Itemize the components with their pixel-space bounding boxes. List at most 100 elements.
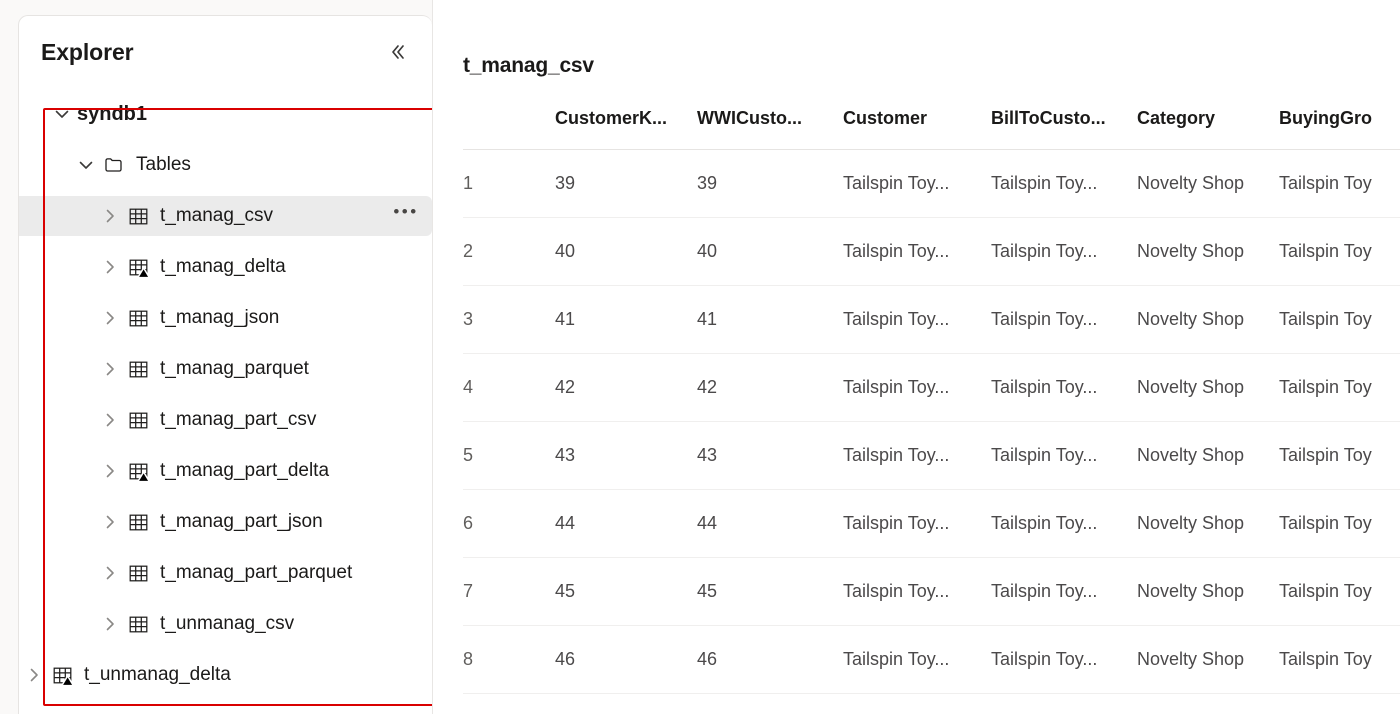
cell-category[interactable]: Novelty Shop (1137, 353, 1279, 422)
cell-category[interactable]: Novelty Shop (1137, 557, 1279, 626)
cell-buyinggroup[interactable]: Tailspin Toy (1279, 489, 1400, 558)
cell-wwicustomer[interactable]: 43 (697, 421, 843, 490)
chevron-right-icon[interactable] (95, 609, 125, 639)
table-row[interactable]: 4 42 42 Tailspin Toy... Tailspin Toy... Novel… (463, 353, 1400, 422)
column-header-buyinggroup[interactable]: BuyingGro (1279, 108, 1400, 150)
chevron-right-icon[interactable] (95, 252, 125, 282)
chevron-right-icon[interactable] (95, 405, 125, 435)
cell-category[interactable]: Novelty Shop (1137, 489, 1279, 558)
cell-billtocustomer[interactable]: Tailspin Toy... (991, 489, 1137, 558)
cell-buyinggroup[interactable]: Tailspin Toy (1279, 149, 1400, 218)
column-header-billtocustomer[interactable]: BillToCusto... (991, 108, 1137, 150)
tree-item-t_manag_parquet[interactable]: t_manag_parquet (19, 349, 432, 389)
cell-customerkey[interactable]: 46 (555, 625, 697, 694)
cell-billtocustomer[interactable]: Tailspin Toy... (991, 421, 1137, 490)
cell-rownum[interactable]: 8 (463, 625, 555, 694)
chevron-down-icon[interactable] (47, 99, 77, 129)
cell-wwicustomer[interactable]: 45 (697, 557, 843, 626)
cell-billtocustomer[interactable]: Tailspin Toy... (991, 353, 1137, 422)
column-header-customer[interactable]: Customer (843, 108, 991, 150)
cell-wwicustomer[interactable]: 44 (697, 489, 843, 558)
cell-customerkey[interactable]: 42 (555, 353, 697, 422)
collapse-panel-button[interactable] (380, 35, 414, 69)
cell-category[interactable]: Novelty Shop (1137, 149, 1279, 218)
tree-item-syndb1[interactable]: syndb1 (19, 94, 432, 134)
cell-customer[interactable]: Tailspin Toy... (843, 353, 991, 422)
column-header-rownum[interactable] (463, 108, 555, 150)
cell-rownum[interactable]: 4 (463, 353, 555, 422)
cell-buyinggroup[interactable]: Tailspin Toy (1279, 421, 1400, 490)
tree-item-t_manag_part_parquet[interactable]: t_manag_part_parquet (19, 553, 432, 593)
cell-customerkey[interactable]: 44 (555, 489, 697, 558)
table-row[interactable]: 6 44 44 Tailspin Toy... Tailspin Toy... Novel… (463, 489, 1400, 558)
table-row[interactable]: 8 46 46 Tailspin Toy... Tailspin Toy... Novel… (463, 625, 1400, 694)
more-options-icon[interactable]: ••• (390, 201, 422, 231)
cell-customerkey[interactable]: 40 (555, 217, 697, 286)
cell-customer[interactable]: Tailspin Toy... (843, 217, 991, 286)
chevron-right-icon[interactable] (95, 354, 125, 384)
chevron-right-icon[interactable] (19, 660, 49, 690)
tree-item-t_unmanag_csv[interactable]: t_unmanag_csv (19, 604, 432, 644)
cell-customerkey[interactable]: 39 (555, 149, 697, 218)
cell-customer[interactable]: Tailspin Toy... (843, 489, 991, 558)
tree-item-t_manag_part_json[interactable]: t_manag_part_json (19, 502, 432, 542)
chevron-right-icon[interactable] (95, 456, 125, 486)
cell-customer[interactable]: Tailspin Toy... (843, 625, 991, 694)
cell-billtocustomer[interactable]: Tailspin Toy... (991, 557, 1137, 626)
chevron-right-icon[interactable] (95, 558, 125, 588)
cell-buyinggroup[interactable]: Tailspin Toy (1279, 557, 1400, 626)
cell-rownum[interactable]: 6 (463, 489, 555, 558)
cell-rownum[interactable]: 5 (463, 421, 555, 490)
cell-category[interactable]: Novelty Shop (1137, 217, 1279, 286)
table-row[interactable]: 1 39 39 Tailspin Toy... Tailspin Toy... Novel… (463, 149, 1400, 218)
cell-buyinggroup[interactable]: Tailspin Toy (1279, 353, 1400, 422)
cell-billtocustomer[interactable]: Tailspin Toy... (991, 149, 1137, 218)
table-row[interactable]: 2 40 40 Tailspin Toy... Tailspin Toy... Novel… (463, 217, 1400, 286)
grid-scroll-container[interactable]: CustomerK... WWICusto... Customer BillToCus… (463, 108, 1400, 694)
cell-rownum[interactable]: 2 (463, 217, 555, 286)
cell-customerkey[interactable]: 43 (555, 421, 697, 490)
tree-item-t_manag_json[interactable]: t_manag_json (19, 298, 432, 338)
tree-item-t_unmanag_delta[interactable]: t_unmanag_delta (19, 655, 432, 695)
column-header-category[interactable]: Category (1137, 108, 1279, 150)
table-row[interactable]: 7 45 45 Tailspin Toy... Tailspin Toy... Novel… (463, 557, 1400, 626)
cell-customer[interactable]: Tailspin Toy... (843, 149, 991, 218)
cell-rownum[interactable]: 3 (463, 285, 555, 354)
cell-customerkey[interactable]: 45 (555, 557, 697, 626)
cell-customer[interactable]: Tailspin Toy... (843, 421, 991, 490)
cell-buyinggroup[interactable]: Tailspin Toy (1279, 217, 1400, 286)
cell-wwicustomer[interactable]: 39 (697, 149, 843, 218)
cell-billtocustomer[interactable]: Tailspin Toy... (991, 285, 1137, 354)
tree-item-t_manag_delta[interactable]: t_manag_delta (19, 247, 432, 287)
table-row[interactable]: 3 41 41 Tailspin Toy... Tailspin Toy... Novel… (463, 285, 1400, 354)
cell-buyinggroup[interactable]: Tailspin Toy (1279, 285, 1400, 354)
cell-category[interactable]: Novelty Shop (1137, 285, 1279, 354)
cell-wwicustomer[interactable]: 41 (697, 285, 843, 354)
column-header-wwicustomer[interactable]: WWICusto... (697, 108, 843, 150)
cell-rownum[interactable]: 1 (463, 149, 555, 218)
cell-wwicustomer[interactable]: 40 (697, 217, 843, 286)
cell-wwicustomer[interactable]: 46 (697, 625, 843, 694)
tree-item-t_manag_part_delta[interactable]: t_manag_part_delta (19, 451, 432, 491)
cell-customer[interactable]: Tailspin Toy... (843, 557, 991, 626)
chevron-down-icon[interactable] (71, 150, 101, 180)
tree-item-t_manag_csv[interactable]: t_manag_csv ••• (19, 196, 432, 236)
cell-rownum[interactable]: 7 (463, 557, 555, 626)
cell-wwicustomer[interactable]: 42 (697, 353, 843, 422)
cell-billtocustomer[interactable]: Tailspin Toy... (991, 217, 1137, 286)
cell-customer[interactable]: Tailspin Toy... (843, 285, 991, 354)
column-header-customerkey[interactable]: CustomerK... (555, 108, 697, 150)
table-row[interactable]: 5 43 43 Tailspin Toy... Tailspin Toy... Novel… (463, 421, 1400, 490)
delta-table-icon (49, 662, 75, 688)
cell-billtocustomer[interactable]: Tailspin Toy... (991, 625, 1137, 694)
chevron-right-icon[interactable] (95, 303, 125, 333)
cell-category[interactable]: Novelty Shop (1137, 625, 1279, 694)
tree-item-t_manag_part_csv[interactable]: t_manag_part_csv (19, 400, 432, 440)
tree-item-Tables[interactable]: Tables (19, 145, 432, 185)
cell-category[interactable]: Novelty Shop (1137, 421, 1279, 490)
chevron-right-icon[interactable] (95, 201, 125, 231)
cell-buyinggroup[interactable]: Tailspin Toy (1279, 625, 1400, 694)
tree-item-label: t_manag_json (160, 307, 280, 328)
cell-customerkey[interactable]: 41 (555, 285, 697, 354)
chevron-right-icon[interactable] (95, 507, 125, 537)
